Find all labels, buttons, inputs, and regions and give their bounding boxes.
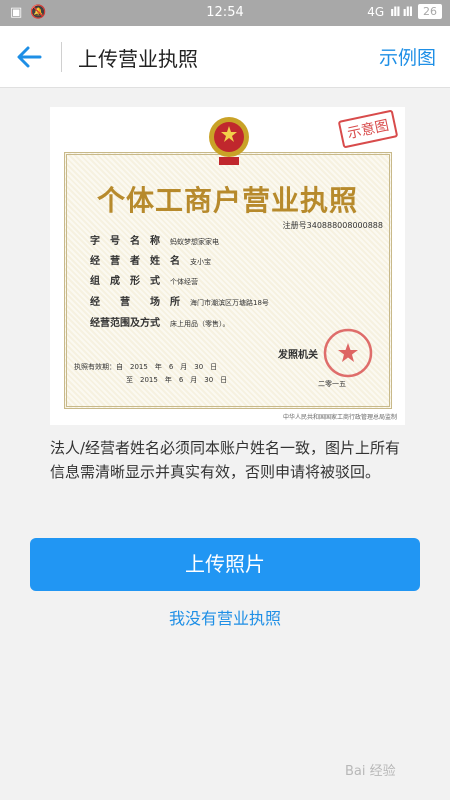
license-footer: 中华人民共和国国家工商行政管理总局监制: [282, 414, 397, 421]
nav-bar: 上传营业执照 示例图: [0, 26, 450, 88]
example-image-button[interactable]: 示例图: [379, 43, 436, 70]
official-seal-icon: [323, 328, 373, 378]
upload-photo-button[interactable]: 上传照片: [30, 538, 420, 591]
license-field: 组 成 形 式个体经营: [90, 276, 198, 287]
back-arrow-icon: [17, 46, 42, 68]
license-field: 经 营 者 姓 名支小宝: [90, 256, 211, 267]
license-field: 字 号 名 称蚂蚁梦想家家电: [90, 236, 219, 247]
status-bar: ▣ 🔕 12:54 4G ıll ıll 26: [0, 0, 450, 26]
valid-from: 执照有效期：自 2015 年 6 月 30 日: [74, 363, 218, 371]
network-type: 4G: [367, 4, 385, 19]
issue-date: 二零一五: [318, 380, 346, 388]
nav-divider: [61, 42, 62, 72]
issuer-label: 发照机关: [278, 350, 318, 361]
notice-text: 法人/经营者姓名必须同本账户姓名一致，图片上所有信息需清晰显示并真实有效，否则申…: [50, 439, 401, 481]
watermark: Bai 经验: [345, 764, 396, 779]
license-title: 个体工商户营业执照: [96, 184, 358, 217]
back-button[interactable]: [14, 42, 46, 72]
registration-number: 注册号340888008000888: [282, 221, 383, 230]
license-field: 经营范围及方式 床上用品（零售）。: [90, 318, 230, 329]
national-emblem-icon: [209, 117, 249, 165]
license-sample-image: 示意图 个体工商户营业执照 注册号340888008000888 字 号 名 称…: [50, 107, 405, 425]
license-field: 经 营 场 所海门市潮滨区万塘路18号: [90, 297, 269, 308]
signal-icon: ıll ıll: [390, 4, 413, 19]
page-title: 上传营业执照: [78, 47, 198, 71]
sample-stamp: 示意图: [337, 109, 399, 149]
valid-to: 至 2015 年 6 月 30 日: [126, 376, 228, 384]
no-license-link[interactable]: 我没有营业执照: [0, 605, 450, 629]
battery-indicator: 26: [418, 4, 442, 19]
